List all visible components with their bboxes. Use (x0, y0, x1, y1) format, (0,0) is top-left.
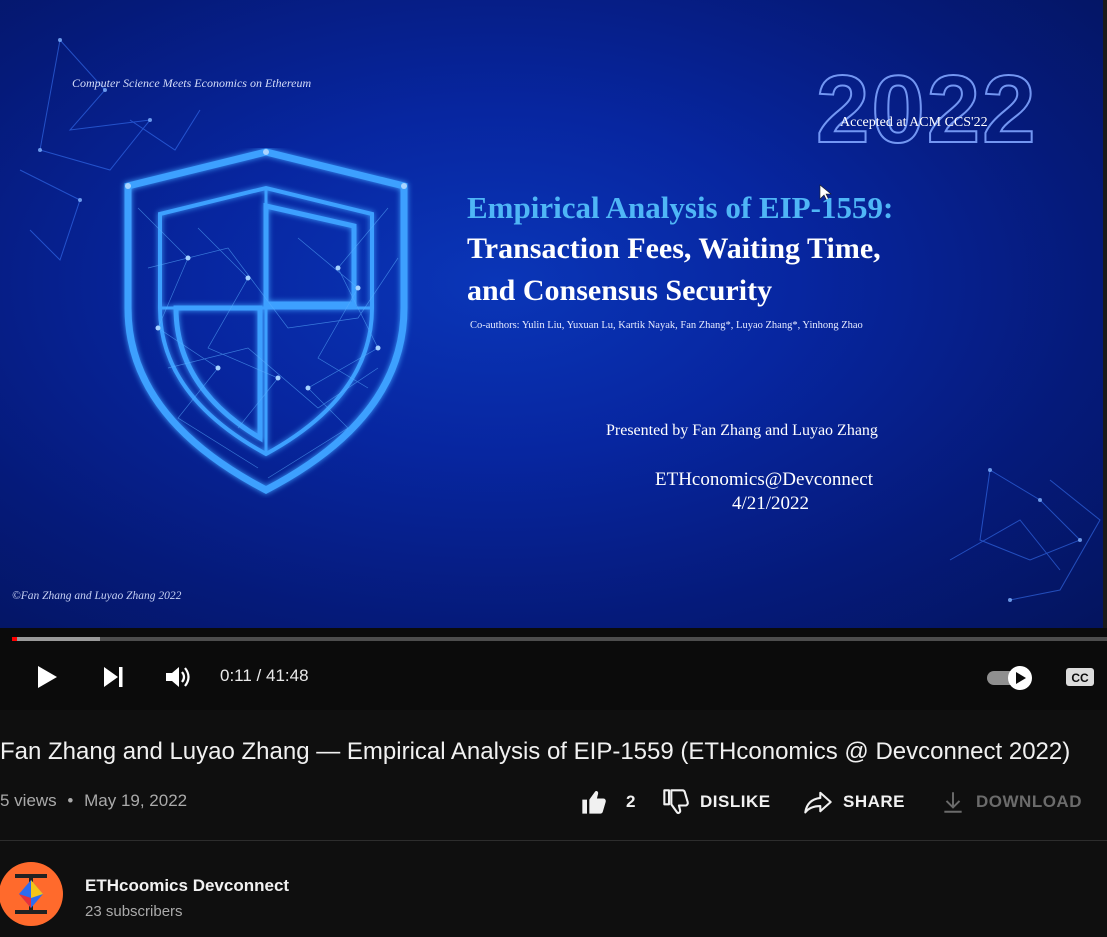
video-title: Fan Zhang and Luyao Zhang — Empirical An… (0, 738, 1071, 765)
video-meta: 5 views • May 19, 2022 (0, 791, 187, 811)
autoplay-toggle[interactable] (984, 659, 1036, 695)
cc-label: CC (1071, 671, 1089, 685)
time-display: 0:11 / 41:48 (220, 666, 309, 686)
slide-coauthors: Co-authors: Yulin Liu, Yuxuan Lu, Kartik… (470, 320, 863, 331)
captions-button[interactable]: CC (1060, 659, 1100, 695)
view-count: 5 views (0, 791, 57, 810)
duration: 41:48 (266, 666, 309, 685)
video-player[interactable]: Computer Science Meets Economics on Ethe… (0, 0, 1107, 710)
divider (0, 840, 1107, 841)
next-icon (104, 667, 123, 687)
slide-copyright: ©Fan Zhang and Luyao Zhang 2022 (12, 590, 182, 602)
shield-icon (124, 148, 408, 494)
slide-presenters: Presented by Fan Zhang and Luyao Zhang (606, 422, 878, 439)
autoplay-toggle-icon (987, 666, 1032, 690)
thumbs-down-icon (663, 789, 689, 814)
download-label: DOWNLOAD (976, 792, 1082, 811)
slide-accepted: Accepted at ACM CCS'22 (840, 115, 988, 130)
video-frame[interactable]: Computer Science Meets Economics on Ethe… (0, 0, 1107, 628)
played-bar (12, 637, 17, 641)
time-separator: / (251, 666, 266, 685)
share-button[interactable]: SHARE (803, 788, 905, 816)
channel-name[interactable]: ETHcoomics Devconnect (85, 876, 289, 896)
channel-avatar[interactable] (0, 862, 63, 926)
like-button[interactable]: 2 (580, 788, 636, 816)
buffered-bar (12, 637, 100, 641)
volume-button[interactable] (160, 659, 196, 695)
progress-bar[interactable] (12, 637, 1107, 641)
dislike-label: DISLIKE (700, 792, 771, 811)
current-time: 0:11 (220, 666, 252, 685)
download-button[interactable]: DOWNLOAD (940, 788, 1082, 816)
thumbs-up-icon (582, 791, 606, 814)
dislike-button[interactable]: DISLIKE (662, 788, 771, 816)
player-controls: 0:11 / 41:48 CC (0, 645, 1107, 709)
share-icon (804, 791, 832, 814)
subscriber-count: 23 subscribers (85, 903, 183, 920)
ethereum-logo-icon (15, 874, 47, 914)
share-label: SHARE (843, 792, 906, 811)
slide-date: 4/21/2022 (732, 493, 810, 514)
slide-title-line3: and Consensus Security (467, 274, 773, 307)
upload-date: May 19, 2022 (84, 791, 188, 810)
slide-year: 2022 (815, 56, 1038, 163)
play-button[interactable] (28, 659, 64, 695)
download-icon (944, 792, 962, 813)
next-button[interactable] (95, 659, 131, 695)
play-icon (38, 666, 57, 688)
like-count: 2 (626, 792, 636, 811)
slide-event: ETHconomics@Devconnect (655, 469, 873, 490)
slide-title-line1: Empirical Analysis of EIP-1559: (467, 190, 894, 225)
slide-title-line2: Transaction Fees, Waiting Time, (467, 232, 881, 265)
meta-dot: • (67, 791, 74, 810)
slide-header: Computer Science Meets Economics on Ethe… (72, 76, 312, 90)
volume-icon (166, 667, 190, 687)
cc-icon: CC (1066, 668, 1094, 686)
